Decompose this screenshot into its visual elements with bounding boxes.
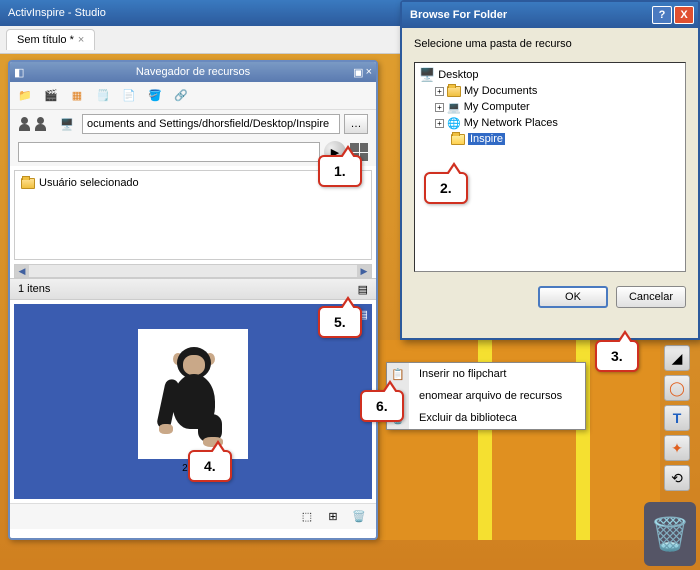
browse-folder-dialog: Browse For Folder ? X Selecione uma past…	[400, 0, 700, 340]
items-menu-icon[interactable]: ▤	[358, 283, 368, 296]
cancel-button[interactable]: Cancelar	[616, 286, 686, 308]
dialog-titlebar: Browse For Folder ? X	[402, 2, 698, 28]
right-toolbar: ◢ ◯ T ✦ ⟲	[664, 345, 694, 491]
folder-icon	[21, 178, 35, 189]
tree-node-computer[interactable]: + 💻 My Computer	[435, 99, 681, 115]
path-row: 🖥️ …	[10, 110, 376, 138]
ok-button[interactable]: OK	[538, 286, 608, 308]
tree-item-label: Usuário selecionado	[39, 177, 139, 189]
menu-item-label: enomear arquivo de recursos	[419, 390, 562, 402]
tree-label-selected: Inspire	[468, 133, 505, 145]
panel-close-icon[interactable]: ×	[366, 66, 372, 79]
desktop-icon: 🖥️	[419, 67, 435, 83]
tree-label: Desktop	[438, 69, 478, 81]
dialog-instruction: Selecione uma pasta de recurso	[414, 38, 686, 50]
expand-icon[interactable]: +	[435, 103, 444, 112]
callout-3: 3.	[595, 340, 639, 372]
chimp-image	[153, 339, 233, 449]
toolbar-paint-icon[interactable]: 🪣	[144, 85, 166, 107]
main-title: ActivInspire - Studio	[8, 7, 106, 19]
tree-node-documents[interactable]: + My Documents	[435, 83, 681, 99]
tree-node-network[interactable]: + 🌐 My Network Places	[435, 115, 681, 131]
dialog-title: Browse For Folder	[410, 9, 507, 21]
tree-label: My Documents	[464, 85, 537, 97]
panel-title: Navegador de recursos	[136, 66, 250, 78]
toolbar-page-icon[interactable]: 📄	[118, 85, 140, 107]
document-tab-label: Sem título *	[17, 34, 74, 46]
browse-folder-button[interactable]: …	[344, 114, 368, 134]
toolbar-note-icon[interactable]: 🗒️	[92, 85, 114, 107]
items-header: 1 itens ▤	[10, 278, 376, 300]
footer-tool-2-icon[interactable]: ⊞	[322, 506, 344, 528]
text-tool-icon[interactable]: T	[664, 405, 690, 431]
dialog-close-button[interactable]: X	[674, 6, 694, 24]
menu-insert-flipchart[interactable]: 📋 Inserir no flipchart	[387, 363, 585, 385]
panel-footer: ⬚ ⊞ 🗑️	[10, 503, 376, 529]
menu-item-label: Excluir da biblioteca	[419, 412, 517, 424]
computer-icon: 💻	[447, 101, 461, 114]
person-icon	[18, 117, 32, 131]
callout-6: 6.	[360, 390, 404, 422]
panel-menu-icon[interactable]: ◧	[14, 66, 24, 79]
dialog-help-button[interactable]: ?	[652, 6, 672, 24]
context-menu: 📋 Inserir no flipchart enomear arquivo d…	[386, 362, 586, 430]
scroll-right-icon[interactable]: ▶	[357, 265, 371, 277]
tree-node-desktop[interactable]: 🖥️ Desktop	[419, 67, 681, 83]
expand-icon[interactable]: +	[435, 87, 444, 96]
eraser-tool-icon[interactable]: ◢	[664, 345, 690, 371]
items-count-label: 1 itens	[18, 283, 50, 295]
scroll-left-icon[interactable]: ◀	[15, 265, 29, 277]
callout-2: 2.	[424, 172, 468, 204]
callout-5: 5.	[318, 306, 362, 338]
trash-bin-icon: 🗑️	[650, 515, 690, 553]
toolbar-folder-icon[interactable]: 📁	[14, 85, 36, 107]
panel-pin-icon[interactable]: ▣	[353, 66, 363, 79]
people-icon	[34, 117, 48, 131]
menu-item-label: Inserir no flipchart	[419, 368, 506, 380]
menu-rename-resource[interactable]: enomear arquivo de recursos	[387, 385, 585, 407]
panel-titlebar: ◧ Navegador de recursos ▣ ×	[10, 62, 376, 82]
toolbar-clapper-icon[interactable]: 🎬	[40, 85, 62, 107]
document-tab[interactable]: Sem título * ×	[6, 29, 95, 50]
callout-1: 1.	[318, 155, 362, 187]
close-icon[interactable]: ×	[78, 34, 84, 46]
search-input[interactable]	[18, 142, 320, 162]
horizontal-scrollbar[interactable]: ◀ ▶	[14, 264, 372, 278]
network-icon: 🌐	[447, 117, 461, 130]
star-tool-icon[interactable]: ✦	[664, 435, 690, 461]
user-icons[interactable]	[18, 117, 48, 131]
dialog-buttons: OK Cancelar	[414, 286, 686, 308]
toolbar-template-icon[interactable]: ▦	[66, 85, 88, 107]
computer-icon[interactable]: 🖥️	[56, 113, 78, 135]
tree-node-inspire[interactable]: Inspire	[451, 131, 681, 147]
callout-4: 4.	[188, 450, 232, 482]
menu-delete-library[interactable]: 🗑️ Excluir da biblioteca	[387, 407, 585, 429]
folder-open-icon	[451, 134, 465, 145]
thumbnail-item[interactable]	[138, 329, 248, 459]
tree-item-user[interactable]: Usuário selecionado	[19, 175, 367, 191]
connector-tool-icon[interactable]: ⟲	[664, 465, 690, 491]
trash-dock[interactable]: 🗑️	[644, 502, 696, 566]
footer-tool-1-icon[interactable]: ⬚	[296, 506, 318, 528]
tree-label: My Computer	[464, 101, 530, 113]
tree-label: My Network Places	[464, 117, 558, 129]
toolbar-link-icon[interactable]: 🔗	[170, 85, 192, 107]
shape-tool-icon[interactable]: ◯	[664, 375, 690, 401]
panel-toolbar: 📁 🎬 ▦ 🗒️ 📄 🪣 🔗	[10, 82, 376, 110]
footer-trash-icon[interactable]: 🗑️	[348, 506, 370, 528]
insert-icon: 📋	[391, 368, 405, 381]
path-input[interactable]	[82, 114, 340, 134]
folder-icon	[447, 86, 461, 97]
expand-icon[interactable]: +	[435, 119, 444, 128]
